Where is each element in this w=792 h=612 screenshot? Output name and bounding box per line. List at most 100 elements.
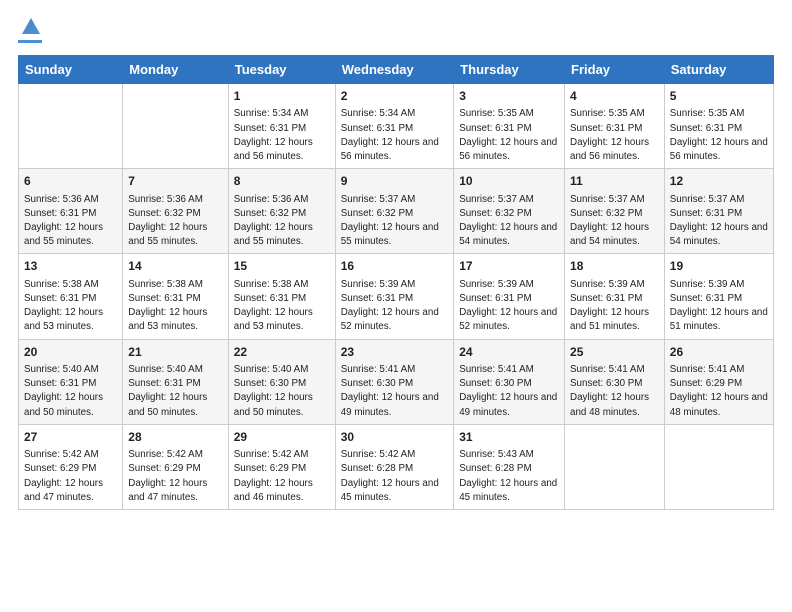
day-info: Sunrise: 5:38 AM Sunset: 6:31 PM Dayligh… bbox=[24, 278, 117, 335]
week-row-2: 6Sunrise: 5:36 AM Sunset: 6:31 PM Daylig… bbox=[19, 169, 774, 254]
day-cell: 10 Sunrise: 5:37 AM Sunset: 6:32 PM Dayli… bbox=[454, 169, 565, 254]
day-info: Sunrise: 5:39 AM Sunset: 6:31 PM Dayligh… bbox=[670, 278, 768, 335]
day-info: Sunrise: 5:37 AM Sunset: 6:32 PM Dayligh… bbox=[459, 193, 559, 250]
day-number: 3 bbox=[459, 88, 559, 105]
day-number: 21 bbox=[128, 344, 222, 361]
col-header-sunday: Sunday bbox=[19, 56, 123, 84]
day-cell: 17 Sunrise: 5:39 AM Sunset: 6:31 PM Dayli… bbox=[454, 254, 565, 339]
day-info: Sunrise: 5:38 AM Sunset: 6:31 PM Dayligh… bbox=[128, 278, 222, 335]
day-cell: 11Sunrise: 5:37 AM Sunset: 6:32 PM Dayli… bbox=[565, 169, 665, 254]
day-info: Sunrise: 5:40 AM Sunset: 6:31 PM Dayligh… bbox=[128, 363, 222, 420]
day-info: Sunrise: 5:35 AM Sunset: 6:31 PM Dayligh… bbox=[459, 107, 559, 164]
day-cell: 2Sunrise: 5:34 AM Sunset: 6:31 PM Daylig… bbox=[335, 84, 453, 169]
day-number: 29 bbox=[234, 429, 330, 446]
day-number: 19 bbox=[670, 258, 768, 275]
col-header-thursday: Thursday bbox=[454, 56, 565, 84]
day-info: Sunrise: 5:41 AM Sunset: 6:29 PM Dayligh… bbox=[670, 363, 768, 420]
day-info: Sunrise: 5:35 AM Sunset: 6:31 PM Dayligh… bbox=[570, 107, 659, 164]
day-info: Sunrise: 5:41 AM Sunset: 6:30 PM Dayligh… bbox=[459, 363, 559, 420]
day-cell: 3 Sunrise: 5:35 AM Sunset: 6:31 PM Daylig… bbox=[454, 84, 565, 169]
day-cell: 25 Sunrise: 5:41 AM Sunset: 6:30 PM Dayli… bbox=[565, 339, 665, 424]
logo bbox=[18, 18, 42, 43]
day-info: Sunrise: 5:39 AM Sunset: 6:31 PM Dayligh… bbox=[459, 278, 559, 335]
week-row-4: 20 Sunrise: 5:40 AM Sunset: 6:31 PM Dayli… bbox=[19, 339, 774, 424]
day-cell: 30 Sunrise: 5:42 AM Sunset: 6:28 PM Dayli… bbox=[335, 424, 453, 509]
day-cell: 20Sunrise: 5:40 AM Sunset: 6:31 PM Dayli… bbox=[19, 339, 123, 424]
day-cell: 13 Sunrise: 5:38 AM Sunset: 6:31 PM Dayli… bbox=[19, 254, 123, 339]
day-cell: 19 Sunrise: 5:39 AM Sunset: 6:31 PM Dayli… bbox=[664, 254, 773, 339]
day-cell: 6Sunrise: 5:36 AM Sunset: 6:31 PM Daylig… bbox=[19, 169, 123, 254]
day-cell: 14 Sunrise: 5:38 AM Sunset: 6:31 PM Dayli… bbox=[123, 254, 228, 339]
day-number: 30 bbox=[341, 429, 448, 446]
day-info: Sunrise: 5:37 AM Sunset: 6:32 PM Dayligh… bbox=[341, 193, 448, 250]
day-cell bbox=[664, 424, 773, 509]
day-number: 11 bbox=[570, 173, 659, 190]
day-number: 24 bbox=[459, 344, 559, 361]
col-header-wednesday: Wednesday bbox=[335, 56, 453, 84]
day-info: Sunrise: 5:35 AM Sunset: 6:31 PM Dayligh… bbox=[670, 107, 768, 164]
day-info: Sunrise: 5:42 AM Sunset: 6:29 PM Dayligh… bbox=[24, 448, 117, 505]
day-cell: 23 Sunrise: 5:41 AM Sunset: 6:30 PM Dayli… bbox=[335, 339, 453, 424]
day-info: Sunrise: 5:41 AM Sunset: 6:30 PM Dayligh… bbox=[570, 363, 659, 420]
day-cell: 8 Sunrise: 5:36 AM Sunset: 6:32 PM Daylig… bbox=[228, 169, 335, 254]
day-number: 14 bbox=[128, 258, 222, 275]
day-cell: 15 Sunrise: 5:38 AM Sunset: 6:31 PM Dayli… bbox=[228, 254, 335, 339]
day-number: 22 bbox=[234, 344, 330, 361]
day-info: Sunrise: 5:34 AM Sunset: 6:31 PM Dayligh… bbox=[341, 107, 448, 164]
day-number: 5 bbox=[670, 88, 768, 105]
day-number: 13 bbox=[24, 258, 117, 275]
day-cell: 21 Sunrise: 5:40 AM Sunset: 6:31 PM Dayli… bbox=[123, 339, 228, 424]
day-cell bbox=[123, 84, 228, 169]
day-number: 8 bbox=[234, 173, 330, 190]
day-info: Sunrise: 5:42 AM Sunset: 6:28 PM Dayligh… bbox=[341, 448, 448, 505]
day-number: 4 bbox=[570, 88, 659, 105]
day-info: Sunrise: 5:38 AM Sunset: 6:31 PM Dayligh… bbox=[234, 278, 330, 335]
day-cell: 5 Sunrise: 5:35 AM Sunset: 6:31 PM Daylig… bbox=[664, 84, 773, 169]
week-row-1: 1Sunrise: 5:34 AM Sunset: 6:31 PM Daylig… bbox=[19, 84, 774, 169]
day-number: 17 bbox=[459, 258, 559, 275]
day-number: 23 bbox=[341, 344, 448, 361]
day-cell bbox=[19, 84, 123, 169]
day-info: Sunrise: 5:42 AM Sunset: 6:29 PM Dayligh… bbox=[234, 448, 330, 505]
day-info: Sunrise: 5:36 AM Sunset: 6:31 PM Dayligh… bbox=[24, 193, 117, 250]
day-info: Sunrise: 5:39 AM Sunset: 6:31 PM Dayligh… bbox=[570, 278, 659, 335]
day-number: 25 bbox=[570, 344, 659, 361]
day-number: 15 bbox=[234, 258, 330, 275]
day-cell: 24 Sunrise: 5:41 AM Sunset: 6:30 PM Dayli… bbox=[454, 339, 565, 424]
day-info: Sunrise: 5:41 AM Sunset: 6:30 PM Dayligh… bbox=[341, 363, 448, 420]
day-info: Sunrise: 5:37 AM Sunset: 6:31 PM Dayligh… bbox=[670, 193, 768, 250]
day-number: 12 bbox=[670, 173, 768, 190]
day-info: Sunrise: 5:36 AM Sunset: 6:32 PM Dayligh… bbox=[234, 193, 330, 250]
week-row-5: 27 Sunrise: 5:42 AM Sunset: 6:29 PM Dayli… bbox=[19, 424, 774, 509]
day-cell: 31 Sunrise: 5:43 AM Sunset: 6:28 PM Dayli… bbox=[454, 424, 565, 509]
day-cell: 29 Sunrise: 5:42 AM Sunset: 6:29 PM Dayli… bbox=[228, 424, 335, 509]
day-number: 27 bbox=[24, 429, 117, 446]
col-header-tuesday: Tuesday bbox=[228, 56, 335, 84]
calendar-table: SundayMondayTuesdayWednesdayThursdayFrid… bbox=[18, 55, 774, 510]
day-number: 10 bbox=[459, 173, 559, 190]
day-info: Sunrise: 5:39 AM Sunset: 6:31 PM Dayligh… bbox=[341, 278, 448, 335]
day-cell: 26Sunrise: 5:41 AM Sunset: 6:29 PM Dayli… bbox=[664, 339, 773, 424]
day-cell bbox=[565, 424, 665, 509]
day-info: Sunrise: 5:34 AM Sunset: 6:31 PM Dayligh… bbox=[234, 107, 330, 164]
day-number: 20 bbox=[24, 344, 117, 361]
day-number: 7 bbox=[128, 173, 222, 190]
day-cell: 4 Sunrise: 5:35 AM Sunset: 6:31 PM Daylig… bbox=[565, 84, 665, 169]
col-header-saturday: Saturday bbox=[664, 56, 773, 84]
header-row: SundayMondayTuesdayWednesdayThursdayFrid… bbox=[19, 56, 774, 84]
day-info: Sunrise: 5:40 AM Sunset: 6:30 PM Dayligh… bbox=[234, 363, 330, 420]
header bbox=[18, 18, 774, 43]
week-row-3: 13 Sunrise: 5:38 AM Sunset: 6:31 PM Dayli… bbox=[19, 254, 774, 339]
day-info: Sunrise: 5:42 AM Sunset: 6:29 PM Dayligh… bbox=[128, 448, 222, 505]
day-cell: 7Sunrise: 5:36 AM Sunset: 6:32 PM Daylig… bbox=[123, 169, 228, 254]
day-cell: 28 Sunrise: 5:42 AM Sunset: 6:29 PM Dayli… bbox=[123, 424, 228, 509]
day-number: 9 bbox=[341, 173, 448, 190]
col-header-friday: Friday bbox=[565, 56, 665, 84]
col-header-monday: Monday bbox=[123, 56, 228, 84]
day-cell: 22 Sunrise: 5:40 AM Sunset: 6:30 PM Dayli… bbox=[228, 339, 335, 424]
day-cell: 1Sunrise: 5:34 AM Sunset: 6:31 PM Daylig… bbox=[228, 84, 335, 169]
day-info: Sunrise: 5:43 AM Sunset: 6:28 PM Dayligh… bbox=[459, 448, 559, 505]
day-number: 18 bbox=[570, 258, 659, 275]
day-number: 28 bbox=[128, 429, 222, 446]
day-number: 31 bbox=[459, 429, 559, 446]
